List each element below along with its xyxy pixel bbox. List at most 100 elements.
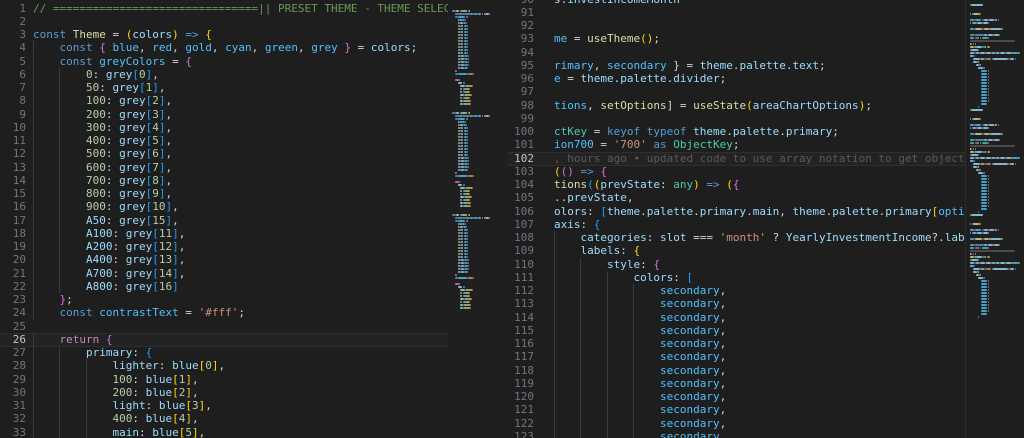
code-text[interactable]: 400: blue[4], xyxy=(33,412,198,425)
code-text[interactable]: A50: grey[15], xyxy=(33,214,179,227)
code-text[interactable]: style: { xyxy=(554,258,660,271)
code-line[interactable]: 32 400: blue[4], xyxy=(0,412,448,426)
code-line[interactable]: 14 700: grey[8], xyxy=(0,173,448,187)
code-line[interactable]: 16 900: grey[10], xyxy=(0,200,448,214)
left-minimap[interactable] xyxy=(448,0,509,438)
code-line[interactable]: 5 const greyColors = { xyxy=(0,54,448,68)
code-line[interactable]: 123 secondary xyxy=(508,429,965,438)
code-line[interactable]: 24 const contrastText = '#fff'; xyxy=(0,306,448,320)
code-line[interactable]: 6 0: grey[0], xyxy=(0,67,448,81)
code-line[interactable]: 90 s.investIncomeMonth xyxy=(508,0,965,6)
code-line[interactable]: 25 xyxy=(0,320,448,333)
code-line[interactable]: 15 800: grey[9], xyxy=(0,187,448,201)
code-text[interactable]: 600: grey[7], xyxy=(33,161,172,174)
right-editor-pane[interactable]: 90 s.investIncomeMonth 919293 me = useTheme… xyxy=(508,0,965,438)
code-line[interactable]: 104 tions((prevState: any) => ({ xyxy=(508,178,965,191)
code-text[interactable]: A100: grey[11], xyxy=(33,227,185,240)
code-line[interactable]: 12 500: grey[6], xyxy=(0,147,448,161)
code-text[interactable]: const contrastText = '#fff'; xyxy=(33,306,244,319)
code-line[interactable]: 109 labels: { xyxy=(508,244,965,258)
code-text[interactable]: return { xyxy=(33,333,112,346)
code-line[interactable]: 106 olors: [theme.palette.primary.main, t… xyxy=(508,205,965,218)
code-line[interactable]: 107 axis: { xyxy=(508,218,965,231)
code-text[interactable]: A800: grey[16] xyxy=(33,280,179,293)
code-text[interactable]: const { blue, red, gold, cyan, green, gr… xyxy=(33,41,417,54)
code-line[interactable]: 1 // ===============================|| PR… xyxy=(0,2,448,15)
code-line[interactable]: 100 ctKey = keyof typeof theme.palette.pr… xyxy=(508,125,965,138)
code-text[interactable]: A400: grey[13], xyxy=(33,253,185,266)
code-text[interactable]: tions((prevState: any) => ({ xyxy=(554,178,739,191)
code-line[interactable]: 13 600: grey[7], xyxy=(0,160,448,174)
code-text[interactable]: tions, setOptions] = useState(areaChartO… xyxy=(554,99,872,112)
code-line[interactable]: 116 secondary, xyxy=(508,337,965,351)
code-text[interactable]: rimary, secondary } = theme.palette.text… xyxy=(554,59,826,72)
code-line[interactable]: 11 400: grey[5], xyxy=(0,134,448,148)
code-line[interactable]: 33 main: blue[5], xyxy=(0,425,448,438)
code-line[interactable]: 27 primary: { xyxy=(0,346,448,360)
code-line[interactable]: 21 A700: grey[14], xyxy=(0,266,448,280)
code-text[interactable]: 0: grey[0], xyxy=(33,68,159,81)
code-text[interactable]: me = useTheme(); xyxy=(554,32,660,45)
right-minimap[interactable] xyxy=(965,0,1024,438)
code-text[interactable]: 700: grey[8], xyxy=(33,174,172,187)
code-text[interactable]: 500: grey[6], xyxy=(33,147,172,160)
code-text[interactable]: 100: grey[2], xyxy=(33,94,172,107)
code-text[interactable]: A200: grey[12], xyxy=(33,240,185,253)
code-line[interactable]: 7 50: grey[1], xyxy=(0,81,448,95)
code-text[interactable]: colors: [ xyxy=(554,271,693,284)
code-text[interactable]: ion700 = '700' as ObjectKey; xyxy=(554,138,739,151)
code-text[interactable]: 50: grey[1], xyxy=(33,81,166,94)
code-text[interactable]: 300: grey[4], xyxy=(33,121,172,134)
code-line[interactable]: 110 style: { xyxy=(508,257,965,271)
code-text[interactable]: // ===============================|| PRE… xyxy=(33,2,448,15)
code-line[interactable]: 31 light: blue[3], xyxy=(0,399,448,413)
code-text[interactable]: primary: { xyxy=(33,346,152,359)
code-line[interactable]: 3 const Theme = (colors) => { xyxy=(0,28,448,41)
code-line[interactable]: 23 }; xyxy=(0,293,448,307)
code-line[interactable]: 19 A200: grey[12], xyxy=(0,240,448,254)
code-text[interactable]: axis: { xyxy=(554,218,600,231)
code-line[interactable]: 117 secondary, xyxy=(508,350,965,364)
code-line[interactable]: 97 xyxy=(508,85,965,98)
code-line[interactable]: 10 300: grey[4], xyxy=(0,120,448,134)
code-line[interactable]: 18 A100: grey[11], xyxy=(0,226,448,240)
code-line[interactable]: 28 lighter: blue[0], xyxy=(0,359,448,373)
code-text[interactable]: s.investIncomeMonth xyxy=(554,0,680,6)
code-line[interactable]: 114 secondary, xyxy=(508,310,965,324)
code-text[interactable]: lighter: blue[0], xyxy=(33,359,225,372)
code-line[interactable]: 122 secondary, xyxy=(508,416,965,430)
code-text[interactable]: 800: grey[9], xyxy=(33,187,172,200)
code-text[interactable]: 100: blue[1], xyxy=(33,373,198,386)
code-line[interactable]: 9 200: grey[3], xyxy=(0,107,448,121)
code-line[interactable]: 20 A400: grey[13], xyxy=(0,253,448,267)
code-line[interactable]: 95 rimary, secondary } = theme.palette.te… xyxy=(508,59,965,72)
code-text[interactable]: ctKey = keyof typeof theme.palette.prima… xyxy=(554,125,839,138)
code-line[interactable]: 8 100: grey[2], xyxy=(0,94,448,108)
code-line[interactable]: 30 200: blue[2], xyxy=(0,385,448,399)
code-text[interactable]: olors: [theme.palette.primary.main, them… xyxy=(554,205,965,218)
code-line[interactable]: 102 , hours ago • updated code to use arr… xyxy=(508,151,965,166)
code-line[interactable]: 98 tions, setOptions] = useState(areaChar… xyxy=(508,99,965,112)
code-text[interactable]: secondary xyxy=(554,430,720,438)
code-line[interactable]: 121 secondary, xyxy=(508,403,965,417)
code-text[interactable]: labels: { xyxy=(554,244,640,257)
code-text[interactable]: }; xyxy=(33,293,72,306)
code-line[interactable]: 105 ..prevState, xyxy=(508,191,965,204)
code-line[interactable]: 2 xyxy=(0,15,448,28)
code-line[interactable]: 111 colors: [ xyxy=(508,270,965,284)
code-text[interactable]: (() => { xyxy=(554,165,607,178)
code-text[interactable]: const Theme = (colors) => { xyxy=(33,28,212,41)
code-text[interactable]: ..prevState, xyxy=(554,191,633,204)
code-text[interactable]: const greyColors = { xyxy=(33,55,191,68)
code-line[interactable]: 96 e = theme.palette.divider; xyxy=(508,72,965,85)
code-text[interactable]: 400: grey[5], xyxy=(33,134,172,147)
code-text[interactable]: 200: grey[3], xyxy=(33,108,172,121)
code-text[interactable]: categories: slot === 'month' ? YearlyInv… xyxy=(554,231,965,244)
code-text[interactable]: e = theme.palette.divider; xyxy=(554,72,726,85)
code-line[interactable]: 103 (() => { xyxy=(508,165,965,178)
code-line[interactable]: 93 me = useTheme(); xyxy=(508,32,965,45)
code-line[interactable]: 108 categories: slot === 'month' ? Yearl… xyxy=(508,231,965,245)
code-line[interactable]: 29 100: blue[1], xyxy=(0,372,448,386)
code-line[interactable]: 115 secondary, xyxy=(508,323,965,337)
code-line[interactable]: 112 secondary, xyxy=(508,284,965,298)
